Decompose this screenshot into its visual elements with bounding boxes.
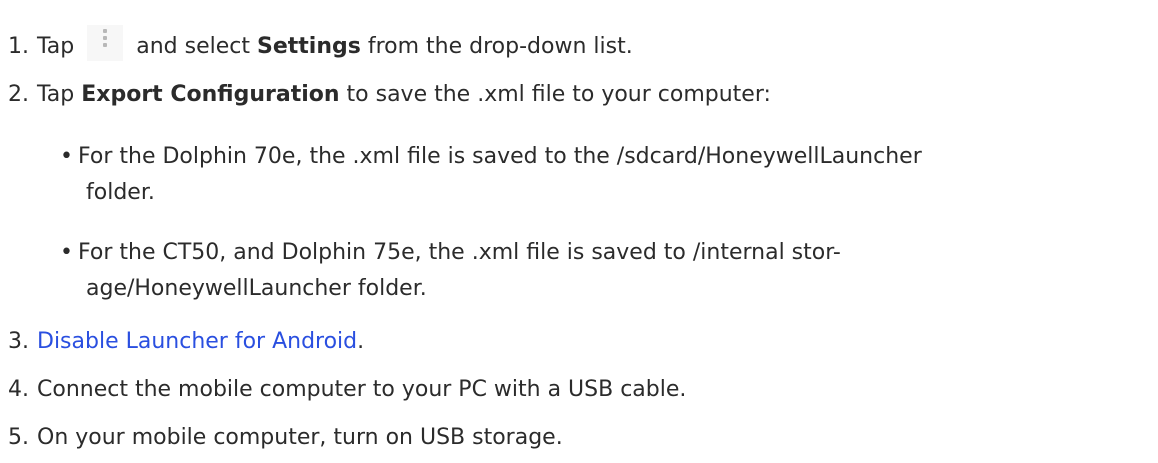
bullet-text: age/HoneywellLauncher folder. xyxy=(86,276,427,301)
instructions-document: 1. Tap and select Settings from the drop-… xyxy=(0,0,1158,463)
bullet-text: For the CT50, and Dolphin 75e, the .xml … xyxy=(78,240,841,265)
disable-launcher-link[interactable]: Disable Launcher for Android xyxy=(37,329,357,354)
step-number: 2. xyxy=(8,82,29,107)
bullet-icon: • xyxy=(60,144,73,169)
step-number: 3. xyxy=(8,329,29,354)
step-2: 2. Tap Export Configuration to save the .… xyxy=(8,80,771,110)
step-number: 4. xyxy=(8,377,29,402)
bullet-icon: • xyxy=(60,240,73,265)
step-5: 5. On your mobile computer, turn on USB s… xyxy=(8,423,563,453)
step-1: 1. Tap and select Settings from the drop-… xyxy=(8,25,633,62)
step-text: Connect the mobile computer to your PC w… xyxy=(37,377,687,402)
bullet-text: For the Dolphin 70e, the .xml file is sa… xyxy=(78,144,922,169)
export-configuration-label: Export Configuration xyxy=(81,82,340,107)
bullet-item-2: • For the CT50, and Dolphin 75e, the .xml… xyxy=(60,236,841,270)
overflow-menu-icon xyxy=(87,25,124,61)
step-text: from the drop-down list. xyxy=(367,34,633,59)
step-number: 5. xyxy=(8,425,29,450)
bullet-item-1-continued: folder. xyxy=(86,176,155,210)
step-text: Tap xyxy=(37,82,75,107)
step-text: . xyxy=(357,329,365,354)
step-text: and select xyxy=(136,34,250,59)
settings-label: Settings xyxy=(257,34,361,59)
bullet-item-1: • For the Dolphin 70e, the .xml file is s… xyxy=(60,140,922,174)
step-4: 4. Connect the mobile computer to your PC… xyxy=(8,375,686,405)
bullet-text: folder. xyxy=(86,180,155,205)
step-text: On your mobile computer, turn on USB sto… xyxy=(37,425,563,450)
step-text: to save the .xml file to your computer: xyxy=(346,82,771,107)
step-3: 3. Disable Launcher for Android. xyxy=(8,327,364,357)
step-number: 1. xyxy=(8,34,29,59)
bullet-item-2-continued: age/HoneywellLauncher folder. xyxy=(86,272,427,306)
step-text: Tap xyxy=(37,34,75,59)
